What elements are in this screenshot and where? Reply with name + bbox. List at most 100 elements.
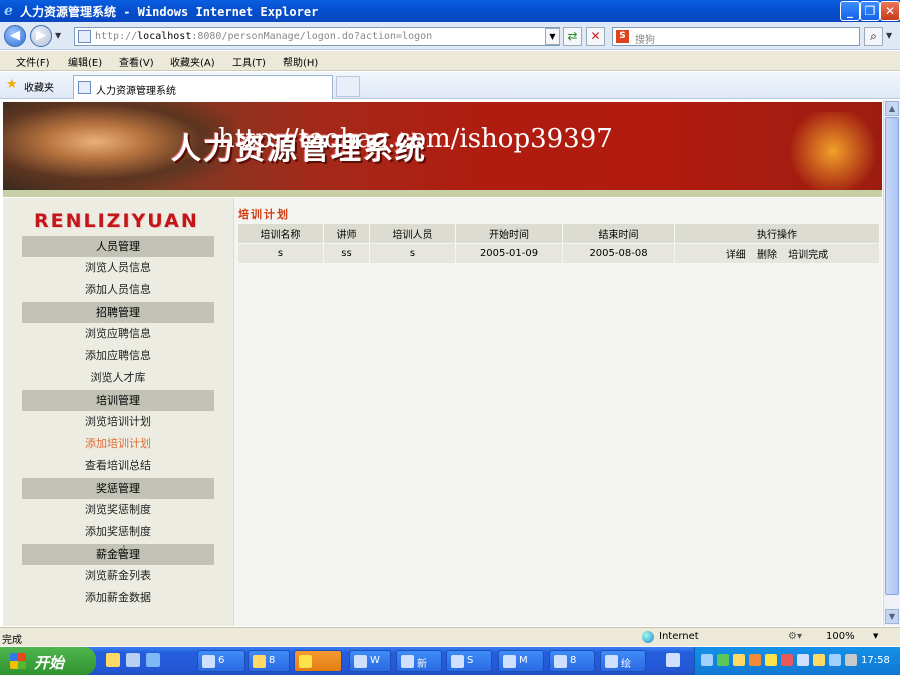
ie-icon	[202, 655, 215, 668]
tray-icon[interactable]	[829, 654, 841, 666]
search-input[interactable]: S 搜狗	[612, 27, 860, 46]
taskbar-button-label: 8	[570, 655, 577, 666]
taskbar-button-label: S	[467, 655, 474, 666]
tab-current[interactable]: 人力资源管理系统	[73, 75, 333, 99]
recent-pages-icon[interactable]: ▼	[55, 31, 61, 40]
sidebar-item-add-application[interactable]: 添加应聘信息	[22, 345, 214, 367]
tray-icon[interactable]	[765, 654, 777, 666]
zone-label: Internet	[659, 631, 699, 642]
show-desktop-icon[interactable]	[106, 653, 120, 667]
column-header: 培训人员	[369, 223, 456, 244]
menu-edit[interactable]: 编辑(E)	[68, 54, 102, 69]
maximize-button[interactable]: ❐	[860, 1, 880, 21]
zoom-level[interactable]: 100%	[826, 631, 855, 642]
tray-icon[interactable]	[717, 654, 729, 666]
search-options-icon[interactable]: ▼	[886, 31, 892, 40]
menu-favorites[interactable]: 收藏夹(A)	[170, 54, 215, 69]
taskbar-button-s[interactable]: S	[446, 650, 492, 672]
document-icon	[401, 655, 414, 668]
cell-start-date: 2005-01-09	[455, 243, 563, 264]
status-bar: 完成 Internet ⚙▾ 100% ▼	[0, 627, 900, 646]
vertical-scrollbar[interactable]: ▲ ▼	[883, 100, 900, 626]
taskbar-button-folder[interactable]: 8	[248, 650, 290, 672]
ie-icon: e	[4, 3, 13, 19]
tray-icon[interactable]	[781, 654, 793, 666]
search-icon[interactable]: ⌕	[864, 27, 883, 46]
minimize-button[interactable]: _	[840, 1, 860, 21]
menu-file[interactable]: 文件(F)	[16, 54, 50, 69]
stop-icon[interactable]: ✕	[586, 27, 605, 46]
taskbar-button-qq[interactable]	[294, 650, 342, 672]
taskbar-button-m[interactable]: M	[498, 650, 544, 672]
window-title: 人力资源管理系统 - Windows Internet Explorer	[20, 5, 319, 19]
scroll-thumb[interactable]	[885, 117, 899, 595]
sidebar-item-talent-pool[interactable]: 浏览人才库	[22, 367, 214, 389]
tray-icon[interactable]	[813, 654, 825, 666]
tray-icon[interactable]	[733, 654, 745, 666]
taskbar-button-label: 绘	[621, 659, 631, 670]
favorites-label[interactable]: 收藏夹	[24, 79, 54, 94]
taskbar-button-8[interactable]: 8	[549, 650, 595, 672]
address-toolbar: ◀ ▶ ▼ http://localhost:8080/personManage…	[0, 22, 900, 50]
scroll-down-icon[interactable]: ▼	[885, 609, 899, 624]
page-icon	[78, 30, 91, 43]
sidebar-item-browse-applications[interactable]: 浏览应聘信息	[22, 323, 214, 345]
sidebar-item-add-salary[interactable]: 添加薪金数据	[22, 587, 214, 609]
favorites-star-icon[interactable]: ★	[6, 77, 18, 92]
word-icon	[354, 655, 367, 668]
url-host: localhost	[137, 31, 192, 42]
ie-quicklaunch-icon[interactable]	[146, 653, 160, 667]
cell-actions: 详细 删除 培训完成	[674, 243, 880, 264]
sidebar-item-add-personnel[interactable]: 添加人员信息	[22, 279, 214, 301]
forward-button[interactable]: ▶	[30, 25, 52, 47]
volume-icon[interactable]	[845, 654, 857, 666]
address-input[interactable]: http://localhost:8080/personManage/logon…	[74, 27, 560, 46]
complete-training-link[interactable]: 培训完成	[788, 250, 828, 261]
detail-link[interactable]: 详细	[726, 250, 746, 261]
menu-tools[interactable]: 工具(T)	[232, 54, 266, 69]
quicklaunch-icon[interactable]	[126, 653, 140, 667]
back-button[interactable]: ◀	[4, 25, 26, 47]
table-row: s ss s 2005-01-09 2005-08-08 详细 删除 培训完成	[237, 243, 880, 264]
cell-end-date: 2005-08-08	[562, 243, 675, 264]
system-tray: 17:58	[694, 647, 900, 675]
windows-logo-icon	[10, 653, 26, 669]
scroll-up-icon[interactable]: ▲	[885, 101, 899, 116]
sidebar-item-browse-training-plans[interactable]: 浏览培训计划	[22, 411, 214, 433]
column-header: 开始时间	[455, 223, 563, 244]
keyboard-icon[interactable]	[666, 653, 680, 667]
taskbar-button-paint[interactable]: 绘	[600, 650, 646, 672]
taskbar-button-new[interactable]: 新	[396, 650, 442, 672]
sidebar-item-browse-salary[interactable]: 浏览薪金列表	[22, 565, 214, 587]
internet-zone-icon	[642, 631, 654, 643]
refresh-icon[interactable]: ⇄	[563, 27, 582, 46]
sidebar-item-add-rewards[interactable]: 添加奖惩制度	[22, 521, 214, 543]
taskbar-button-label: M	[519, 655, 528, 666]
taskbar-button-label: 8	[269, 655, 276, 666]
taskbar-button-word[interactable]: W	[349, 650, 391, 672]
zoom-dropdown-icon[interactable]: ▼	[873, 632, 878, 640]
taskbar-button-ie[interactable]: 6	[197, 650, 245, 672]
tray-icon[interactable]	[749, 654, 761, 666]
taskbar-button-label: W	[370, 655, 380, 666]
sidebar-item-add-training-plan[interactable]: 添加培训计划	[22, 433, 214, 455]
protected-mode-icon[interactable]: ⚙▾	[788, 631, 802, 642]
qq-icon	[299, 655, 312, 668]
header-banner: 人力资源管理系统 http://taobao.com/ishop39397	[3, 102, 882, 190]
sidebar-header-recruitment: 招聘管理	[22, 302, 214, 323]
sidebar-item-browse-rewards[interactable]: 浏览奖惩制度	[22, 499, 214, 521]
new-tab-button[interactable]	[336, 76, 360, 97]
sidebar-item-browse-personnel[interactable]: 浏览人员信息	[22, 257, 214, 279]
tray-icon[interactable]	[701, 654, 713, 666]
menu-help[interactable]: 帮助(H)	[283, 54, 318, 69]
start-button[interactable]: 开始	[0, 647, 96, 675]
page-viewport: 人力资源管理系统 http://taobao.com/ishop39397 RE…	[0, 100, 883, 626]
sogou-icon: S	[616, 30, 629, 43]
cell-trainees: s	[369, 243, 456, 264]
menu-view[interactable]: 查看(V)	[119, 54, 154, 69]
sidebar-item-training-summary[interactable]: 查看培训总结	[22, 455, 214, 477]
close-button[interactable]: ✕	[880, 1, 900, 21]
tray-icon[interactable]	[797, 654, 809, 666]
delete-link[interactable]: 删除	[757, 250, 777, 261]
address-dropdown-icon[interactable]: ▼	[545, 28, 560, 45]
